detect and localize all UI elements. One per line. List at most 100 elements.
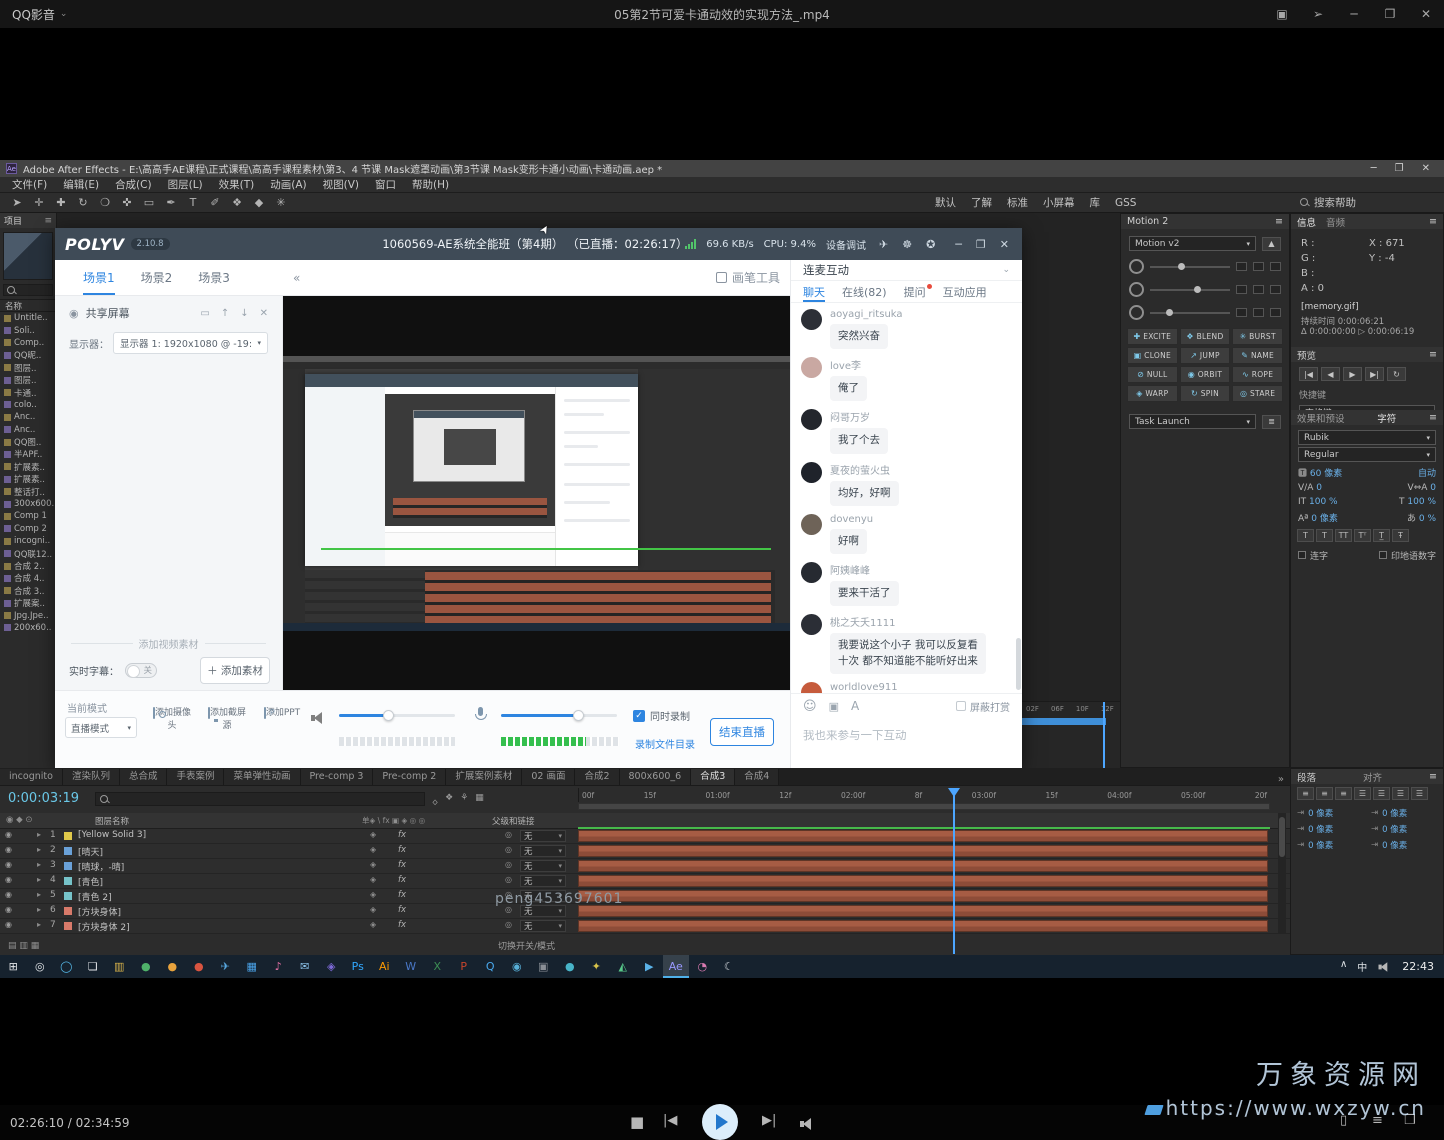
ae-menu-item[interactable]: 窗口	[367, 177, 404, 192]
layer-duration-bar[interactable]	[578, 845, 1268, 857]
taskbar-app-icon[interactable]: ●	[159, 955, 186, 978]
panel-menu-icon[interactable]: ≡	[1429, 349, 1437, 360]
taskbar-app-icon[interactable]: ▥	[106, 955, 133, 978]
scene-tab[interactable]: 场景2	[141, 260, 173, 295]
ae-search-help[interactable]: 搜索帮助	[1300, 195, 1356, 210]
baseline-value[interactable]: 0 像素	[1311, 514, 1338, 524]
brush-tool-button[interactable]: 画笔工具	[732, 269, 780, 286]
comp-tab[interactable]: 手表案例	[167, 769, 224, 785]
project-item[interactable]: Untitle..	[0, 312, 56, 324]
transport-button[interactable]: ▶	[1343, 367, 1362, 381]
layer-duration-bar[interactable]	[578, 830, 1268, 842]
transport-button[interactable]: ▶|	[1365, 367, 1384, 381]
paragraph-field[interactable]: ⇥0 像素	[1367, 821, 1441, 837]
font-size-value[interactable]: 60 像素	[1310, 469, 1342, 479]
project-item[interactable]: Comp 1	[0, 510, 56, 522]
project-item[interactable]: 半APF..	[0, 448, 56, 460]
project-item[interactable]: 扩展素..	[0, 461, 56, 473]
taskbar-app-icon[interactable]: ◯	[53, 955, 80, 978]
taskbar-app-icon[interactable]: Q	[477, 955, 504, 978]
layer-visibility-icon[interactable]: ◉	[5, 890, 12, 899]
motion-effect-button[interactable]: ▣ CLONE	[1127, 347, 1178, 364]
share-action-icon[interactable]: ✕	[260, 308, 268, 319]
layer-parent-select[interactable]: 无▾	[520, 860, 566, 872]
taskbar-app-icon[interactable]: ◈	[318, 955, 345, 978]
layer-name[interactable]: [晴天]	[78, 845, 103, 858]
more-tabs-icon[interactable]: »	[1272, 774, 1290, 785]
subtitle-toggle[interactable]: 关	[125, 663, 157, 678]
taskbar-app-icon[interactable]: ◉	[504, 955, 531, 978]
task-launch-run-button[interactable]: ≣	[1262, 415, 1281, 429]
taskbar-app-icon[interactable]: ▣	[530, 955, 557, 978]
kerning-value[interactable]: 0	[1316, 483, 1322, 493]
project-item[interactable]: Comp 2	[0, 523, 56, 535]
motion-effect-button[interactable]: ↻ SPIN	[1180, 385, 1231, 402]
project-search[interactable]	[3, 284, 53, 296]
stop-button[interactable]: ■	[630, 1113, 644, 1131]
layer-duration-bar[interactable]	[578, 905, 1268, 917]
comp-tab[interactable]: 菜单弹性动画	[224, 769, 300, 785]
taskbar-app-icon[interactable]: ●	[186, 955, 213, 978]
share-action-icon[interactable]: ↓	[240, 308, 248, 319]
knob[interactable]	[1129, 282, 1144, 297]
motion-effect-button[interactable]: ❖ BLEND	[1180, 328, 1231, 345]
panel-menu-icon[interactable]: ≡	[1429, 771, 1437, 782]
layer-duration-bar[interactable]	[578, 890, 1268, 902]
ae-window-button[interactable]: ❐	[1395, 163, 1404, 174]
layer-visibility-icon[interactable]: ◉	[5, 875, 12, 884]
ae-workspace-item[interactable]: 默认	[935, 195, 956, 210]
layer-visibility-icon[interactable]: ◉	[5, 845, 12, 854]
image-icon[interactable]: ▣	[829, 700, 839, 713]
layer-name[interactable]: [方块身体 2]	[78, 920, 130, 933]
timeline-layer-row[interactable]: ◉ ▸ 7 [方块身体 2] ◈ fx ◎ 无▾	[0, 919, 1290, 934]
fx-badge[interactable]: fx	[398, 920, 406, 930]
font-style-select[interactable]: Regular▾	[1298, 447, 1436, 462]
eye-icon[interactable]: ◉	[69, 307, 79, 320]
layer-name[interactable]: [方块身体]	[78, 905, 121, 918]
device-test-button[interactable]: 设备调试	[826, 237, 866, 252]
fx-badge[interactable]: fx	[398, 905, 406, 915]
taskbar-app-icon[interactable]: ◭	[610, 955, 637, 978]
ae-tool-icon[interactable]: ✚	[50, 196, 72, 209]
taskbar-app-icon[interactable]: ✉	[292, 955, 319, 978]
ae-menu-item[interactable]: 视图(V)	[315, 177, 367, 192]
timeline-layer-row[interactable]: ◉ ▸ 4 [青色] ◈ fx ◎ 无▾	[0, 874, 1290, 889]
scene-tab[interactable]: 场景3	[198, 260, 230, 295]
polyv-tool-icon[interactable]: ✪	[923, 238, 938, 251]
add-screen-button[interactable]: 添加截屏源	[205, 705, 249, 731]
project-tab[interactable]: 项目	[4, 214, 22, 227]
project-item[interactable]: 合成 4..	[0, 572, 56, 584]
share-action-icon[interactable]: ↑	[221, 308, 229, 319]
transport-button[interactable]: ◀	[1321, 367, 1340, 381]
project-item[interactable]: Anc..	[0, 424, 56, 436]
font-icon[interactable]: A	[851, 699, 859, 713]
taskbar-app-icon[interactable]: Ae	[663, 955, 690, 978]
block-reward-checkbox[interactable]: 屏蔽打赏	[956, 699, 1010, 714]
motion-effect-button[interactable]: ◈ WARP	[1127, 385, 1178, 402]
motion-preset-select[interactable]: Motion v2▾	[1129, 236, 1256, 251]
chat-input[interactable]	[803, 730, 1010, 742]
project-item[interactable]: incogni..	[0, 535, 56, 547]
comp-tab[interactable]: 合成3	[691, 769, 735, 785]
project-item[interactable]: 卡通..	[0, 386, 56, 398]
motion-effect-button[interactable]: ✳ BURST	[1232, 328, 1283, 345]
project-item[interactable]: 合成 3..	[0, 585, 56, 597]
taskbar-clock[interactable]: 22:43	[1402, 960, 1434, 973]
timeline-current-time[interactable]: 0:00:03:19	[8, 791, 79, 806]
transport-button[interactable]: ↻	[1387, 367, 1406, 381]
ae-tool-icon[interactable]: ➤	[6, 196, 28, 209]
ae-menu-item[interactable]: 编辑(E)	[55, 177, 107, 192]
motion-effect-button[interactable]: ◉ ORBIT	[1180, 366, 1231, 383]
vscale-value[interactable]: 100 %	[1309, 497, 1338, 507]
preview-tab[interactable]: 预览	[1297, 348, 1316, 362]
paragraph-field[interactable]: ⇥0 像素	[1293, 837, 1367, 853]
slider[interactable]	[1150, 312, 1230, 314]
layer-name-column[interactable]: 图层名称	[95, 815, 129, 827]
record-dir-link[interactable]: 录制文件目录	[635, 736, 695, 751]
chat-tab[interactable]: 互动应用	[943, 281, 987, 302]
ae-tool-icon[interactable]: ✜	[116, 196, 138, 209]
project-item[interactable]: colo..	[0, 399, 56, 411]
screenshot-icon[interactable]: ▣	[1264, 0, 1300, 28]
taskbar-app-icon[interactable]: ⊞	[0, 955, 27, 978]
project-name-column[interactable]: 名称	[5, 300, 22, 312]
